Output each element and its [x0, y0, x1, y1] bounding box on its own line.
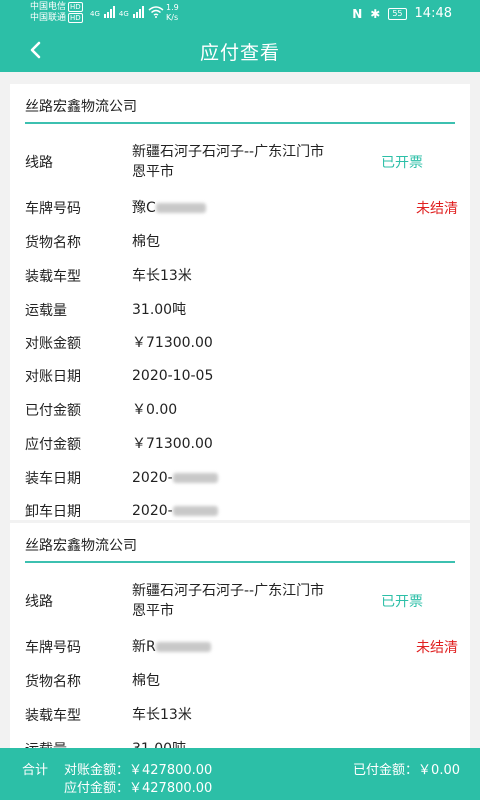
route-value: 新疆石河子石河子--广东江门市 恩平市 [132, 583, 325, 619]
payable-card[interactable]: 丝路宏鑫物流公司 线路 新疆石河子石河子--广东江门市 恩平市 已开票 车牌号码 … [10, 523, 470, 748]
hd-badge: HD [68, 13, 83, 23]
recon-date-label: 对账日期 [25, 369, 81, 385]
route-label: 线路 [25, 594, 53, 610]
settle-status: 未结清 [416, 640, 458, 656]
route-label: 线路 [25, 155, 53, 171]
speed-value: 1.9 [166, 3, 179, 12]
wifi-icon [148, 6, 164, 18]
settle-status: 未结清 [416, 201, 458, 217]
volume-value: 31.00吨 [132, 739, 186, 748]
title-bar: 应付查看 [0, 28, 480, 72]
divider [25, 122, 455, 124]
payable-card[interactable]: 丝路宏鑫物流公司 线路 新疆石河子石河子--广东江门市 恩平市 已开票 车牌号码 … [10, 84, 470, 520]
route-row: 线路 新疆石河子石河子--广东江门市 恩平市 已开票 [25, 581, 458, 623]
recon-date-value: 2020-10-05 [132, 368, 214, 384]
total-label: 合计 [22, 763, 49, 778]
volume-label: 运载量 [25, 303, 67, 319]
plate-label: 车牌号码 [25, 640, 81, 656]
payable-amount-value: ￥71300.00 [132, 436, 213, 452]
paid-amount-value: ￥0.00 [132, 402, 178, 418]
plate-value: 豫C [132, 198, 206, 218]
payable-total: 应付金额：￥427800.00 [64, 781, 213, 796]
vehicle-type-value: 车长13米 [132, 268, 192, 284]
paid-amount-label: 已付金额 [25, 403, 81, 419]
payable-amount-label: 应付金额 [25, 437, 81, 453]
load-date-value: 2020- [132, 468, 218, 488]
vehicle-type-value: 车长13米 [132, 707, 192, 723]
summary-footer: 合计 对账金额：￥427800.00 应付金额：￥427800.00 已付金额：… [0, 748, 480, 800]
goods-label: 货物名称 [25, 674, 81, 690]
unload-date-value: 2020- [132, 501, 218, 521]
page-title: 应付查看 [199, 42, 280, 64]
bluetooth-icon: ✱ [370, 6, 381, 21]
signal-icon [103, 6, 115, 18]
hd-badge: HD [68, 2, 83, 12]
carrier-1: 中国电信 [30, 2, 67, 12]
clock: 14:48 [414, 6, 452, 21]
plate-value: 新R [132, 637, 211, 657]
company-name: 丝路宏鑫物流公司 [25, 538, 137, 554]
route-value: 新疆石河子石河子--广东江门市 恩平市 [132, 144, 325, 180]
plate-label: 车牌号码 [25, 201, 81, 217]
vehicle-type-label: 装载车型 [25, 708, 81, 724]
load-date-label: 装车日期 [25, 471, 81, 487]
goods-value: 棉包 [132, 673, 160, 689]
speed-unit: K/s [166, 13, 179, 22]
volume-value: 31.00吨 [132, 302, 187, 318]
status-bar: 中国电信 HD 中国联通 HD 4G 4G 1.9 K/s N ✱ 55 14:48 [0, 0, 480, 28]
unload-date-label: 卸车日期 [25, 504, 81, 520]
payable-list[interactable]: 丝路宏鑫物流公司 线路 新疆石河子石河子--广东江门市 恩平市 已开票 车牌号码 … [0, 72, 480, 748]
goods-label: 货物名称 [25, 235, 81, 251]
recon-amount-label: 对账金额 [25, 336, 81, 352]
signal-group: 4G 4G [90, 6, 164, 18]
network-1: 4G [90, 10, 100, 18]
nfc-icon: N [352, 6, 363, 21]
carrier-info: 中国电信 HD 中国联通 HD [30, 2, 83, 24]
paid-total: 已付金额：￥0.00 [353, 763, 460, 778]
goods-value: 棉包 [132, 234, 160, 250]
vehicle-type-label: 装载车型 [25, 269, 81, 285]
divider [25, 561, 455, 563]
carrier-2: 中国联通 [30, 13, 67, 23]
signal-icon [132, 6, 144, 18]
invoice-status: 已开票 [381, 155, 423, 171]
volume-label: 运载量 [25, 739, 67, 748]
network-2: 4G [118, 10, 129, 18]
recon-amount-value: ￥71300.00 [132, 335, 213, 351]
network-speed: 1.9 K/s [166, 3, 179, 23]
company-name: 丝路宏鑫物流公司 [25, 99, 137, 115]
recon-total: 对账金额：￥427800.00 [64, 763, 213, 778]
route-row: 线路 新疆石河子石河子--广东江门市 恩平市 已开票 [25, 142, 458, 184]
battery-icon: 55 [388, 7, 407, 20]
invoice-status: 已开票 [381, 594, 423, 610]
